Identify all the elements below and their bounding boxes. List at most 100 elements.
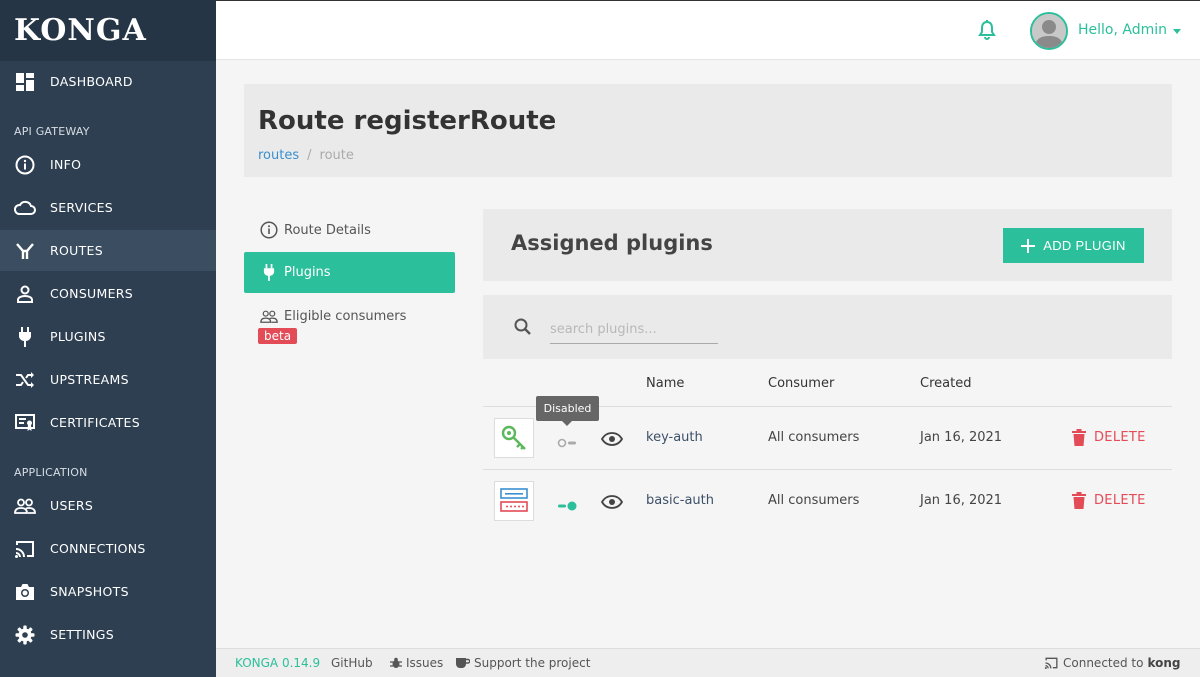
gear-icon bbox=[14, 624, 36, 646]
sidebar-item-label: SERVICES bbox=[50, 200, 114, 215]
konga-logo[interactable]: KONGA bbox=[14, 13, 147, 48]
footer-support-label: Support the project bbox=[474, 656, 591, 670]
cast-icon bbox=[1044, 657, 1058, 669]
bug-icon bbox=[390, 657, 402, 668]
plus-icon bbox=[1021, 238, 1036, 253]
breadcrumb-separator: / bbox=[307, 148, 312, 163]
sidebar-item-connections[interactable]: CONNECTIONS bbox=[0, 528, 216, 569]
plugin-name[interactable]: basic-auth bbox=[646, 493, 714, 508]
greeting-text: Hello, Admin bbox=[1078, 22, 1168, 38]
footer-issues-label: Issues bbox=[406, 656, 444, 670]
plug-icon bbox=[260, 264, 278, 282]
users-icon bbox=[14, 495, 36, 517]
column-header-consumer: Consumer bbox=[768, 376, 835, 391]
sidebar-item-routes[interactable]: ROUTES bbox=[0, 230, 216, 271]
plugin-name[interactable]: key-auth bbox=[646, 430, 703, 445]
sidebar-item-users[interactable]: USERS bbox=[0, 485, 216, 526]
logo-area: KONGA bbox=[0, 0, 216, 61]
eye-icon[interactable] bbox=[600, 494, 624, 513]
topbar: Hello, Admin bbox=[216, 0, 1200, 60]
shuffle-icon bbox=[14, 369, 36, 391]
sidebar-item-consumers[interactable]: CONSUMERS bbox=[0, 273, 216, 314]
sidebar-item-label: USERS bbox=[50, 498, 94, 513]
delete-button[interactable]: DELETE bbox=[1072, 429, 1146, 446]
tab-label: Route Details bbox=[284, 222, 371, 238]
disabled-tooltip: Disabled bbox=[536, 396, 599, 426]
avatar[interactable] bbox=[1030, 12, 1068, 50]
sidebar-item-services[interactable]: SERVICES bbox=[0, 187, 216, 228]
connection-status[interactable]: Connected to kong bbox=[1044, 656, 1181, 670]
footer-issues-link[interactable]: Issues bbox=[390, 656, 443, 670]
sidebar-item-info[interactable]: INFO bbox=[0, 144, 216, 185]
sidebar-item-plugins[interactable]: PLUGINS bbox=[0, 316, 216, 357]
info-icon bbox=[14, 154, 36, 176]
basic-auth-plugin-icon bbox=[494, 481, 534, 521]
column-header-name: Name bbox=[646, 376, 685, 391]
add-plugin-button[interactable]: ADD PLUGIN bbox=[1003, 228, 1144, 263]
row-divider bbox=[483, 469, 1172, 470]
dashboard-icon bbox=[14, 71, 36, 93]
certificate-icon bbox=[14, 412, 36, 434]
trash-icon bbox=[1072, 492, 1086, 509]
user-menu[interactable]: Hello, Admin bbox=[1078, 22, 1182, 38]
plugin-created: Jan 16, 2021 bbox=[920, 430, 1003, 445]
chevron-down-icon bbox=[1173, 28, 1182, 34]
sidebar-item-certificates[interactable]: CERTIFICATES bbox=[0, 402, 216, 443]
eye-icon[interactable] bbox=[600, 431, 624, 450]
footer-version: KONGA 0.14.9 bbox=[235, 656, 321, 670]
footer-support-link[interactable]: Support the project bbox=[455, 656, 590, 670]
sidebar-item-label: UPSTREAMS bbox=[50, 372, 129, 387]
users-icon bbox=[260, 307, 278, 325]
plugins-panel-header: Assigned plugins ADD PLUGIN bbox=[483, 209, 1172, 281]
cast-icon bbox=[14, 538, 36, 560]
page-title: Route registerRoute bbox=[258, 106, 557, 136]
info-icon bbox=[260, 221, 278, 239]
sidebar-item-label: DASHBOARD bbox=[50, 74, 133, 89]
plugin-consumer: All consumers bbox=[768, 493, 860, 508]
plug-icon bbox=[14, 326, 36, 348]
sidebar-item-label: CONNECTIONS bbox=[50, 541, 146, 556]
search-input[interactable] bbox=[550, 316, 718, 344]
search-bar bbox=[483, 295, 1172, 359]
toggle-switch[interactable] bbox=[557, 496, 577, 511]
sidebar-item-label: ROUTES bbox=[50, 243, 103, 258]
breadcrumb: routes / route bbox=[258, 148, 354, 163]
toggle-switch[interactable] bbox=[557, 433, 577, 448]
sidebar-item-label: SETTINGS bbox=[50, 627, 114, 642]
column-header-created: Created bbox=[920, 376, 972, 391]
connection-label: Connected to bbox=[1063, 656, 1144, 670]
sidebar-item-label: CERTIFICATES bbox=[50, 415, 140, 430]
plugin-consumer: All consumers bbox=[768, 430, 860, 445]
tab-label: Plugins bbox=[284, 265, 331, 280]
section-application: APPLICATION bbox=[14, 466, 88, 479]
sidebar-item-snapshots[interactable]: SNAPSHOTS bbox=[0, 571, 216, 612]
sidebar: KONGA DASHBOARD API GATEWAY INFO SERVICE… bbox=[0, 0, 216, 677]
tab-eligible-consumers[interactable]: Eligible consumers bbox=[244, 304, 455, 328]
delete-label: DELETE bbox=[1094, 430, 1146, 445]
user-icon bbox=[14, 283, 36, 305]
plugin-created: Jan 16, 2021 bbox=[920, 493, 1003, 508]
tab-route-details[interactable]: Route Details bbox=[244, 218, 455, 242]
section-api-gateway: API GATEWAY bbox=[14, 125, 90, 138]
footer: KONGA 0.14.9 GitHub Issues Support the p… bbox=[216, 648, 1200, 677]
beta-badge: beta bbox=[258, 328, 298, 344]
sidebar-item-settings[interactable]: SETTINGS bbox=[0, 614, 216, 655]
sidebar-item-upstreams[interactable]: UPSTREAMS bbox=[0, 359, 216, 400]
tab-plugins[interactable]: Plugins bbox=[244, 252, 455, 293]
bell-icon[interactable] bbox=[978, 20, 996, 44]
footer-github-link[interactable]: GitHub bbox=[331, 656, 373, 670]
cloud-icon bbox=[14, 197, 36, 219]
sidebar-item-label: PLUGINS bbox=[50, 329, 106, 344]
panel-title: Assigned plugins bbox=[511, 231, 713, 255]
trash-icon bbox=[1072, 429, 1086, 446]
coffee-icon bbox=[456, 658, 470, 668]
sidebar-item-dashboard[interactable]: DASHBOARD bbox=[0, 61, 216, 102]
key-auth-plugin-icon bbox=[494, 418, 534, 458]
add-plugin-label: ADD PLUGIN bbox=[1043, 238, 1126, 253]
sidebar-item-label: CONSUMERS bbox=[50, 286, 134, 301]
camera-icon bbox=[14, 581, 36, 603]
breadcrumb-routes-link[interactable]: routes bbox=[258, 148, 299, 163]
delete-button[interactable]: DELETE bbox=[1072, 492, 1146, 509]
sidebar-item-label: SNAPSHOTS bbox=[50, 584, 129, 599]
delete-label: DELETE bbox=[1094, 493, 1146, 508]
